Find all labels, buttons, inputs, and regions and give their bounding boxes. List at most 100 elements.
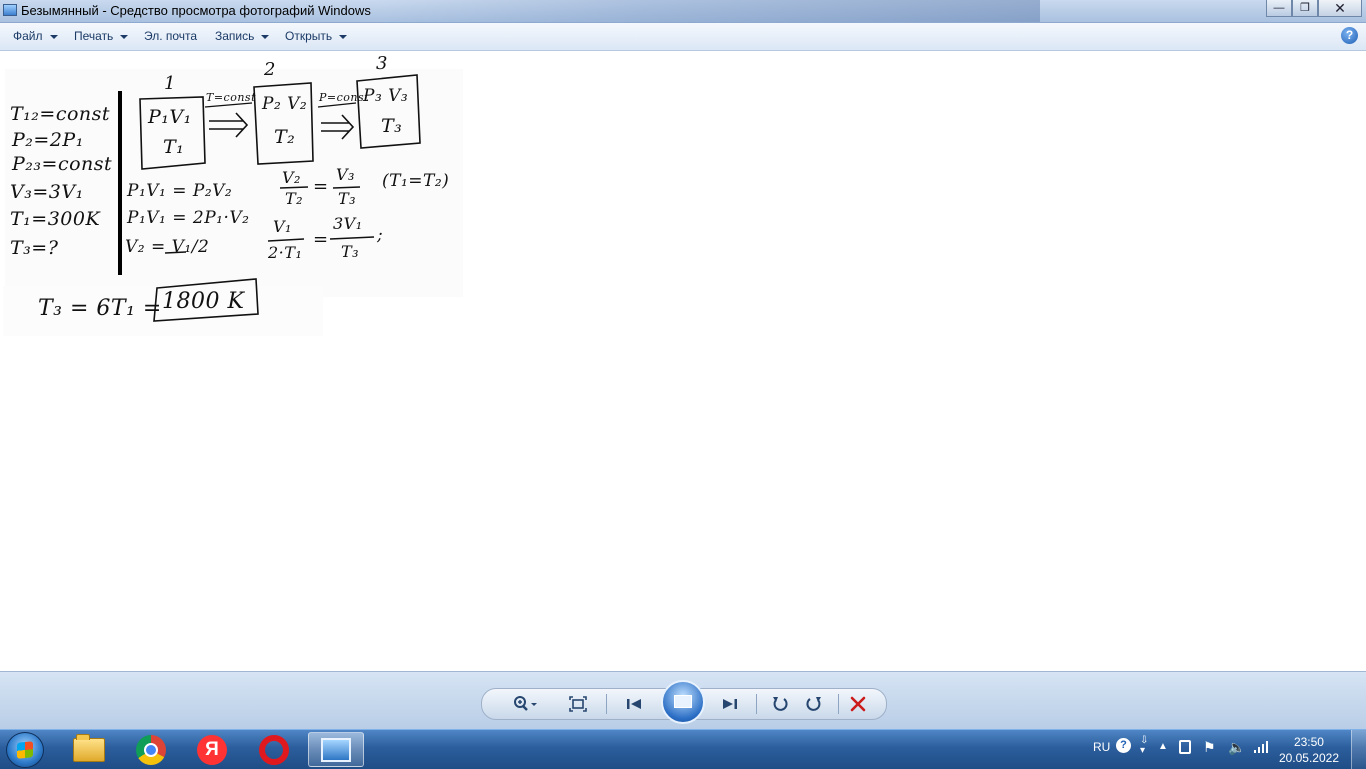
menu-print[interactable]: Печать (74, 29, 129, 43)
menu-email[interactable]: Эл. почта (144, 29, 197, 43)
fit-icon (569, 696, 587, 712)
equation-line: P₁V₁ = P₂V₂ (127, 181, 233, 201)
fraction-numerator: V₁ (273, 217, 292, 236)
help-tray-icon[interactable]: ? (1116, 738, 1131, 753)
start-button[interactable] (6, 732, 44, 768)
state-3-bottom: T₃ (381, 115, 403, 137)
state-1-bottom: T₁ (163, 136, 185, 158)
window-controls: — ❐ ✕ (1266, 0, 1362, 18)
clock-date: 20.05.2022 (1278, 751, 1339, 765)
rotate-left-button[interactable] (768, 694, 792, 714)
slideshow-button[interactable] (661, 680, 705, 724)
given-line: T₁=300K (10, 208, 101, 230)
network-signal-icon[interactable] (1253, 740, 1269, 757)
condition-note: (T₁=T₂) (382, 171, 450, 191)
window-title: Безымянный - Средство просмотра фотограф… (21, 3, 371, 18)
given-line: P₂=2P₁ (12, 129, 84, 151)
equation-line: P₁V₁ = 2P₁·V₂ (127, 208, 250, 228)
fraction-numerator: 3V₁ (333, 214, 363, 233)
input-options-icon[interactable]: ⇩ ▾ (1140, 736, 1148, 756)
chrome-icon (136, 734, 166, 765)
photo-canvas: T₁₂=const P₂=2P₁ P₂₃=const V₃=3V₁ T₁=300… (0, 51, 1366, 671)
signal-bars (1254, 741, 1268, 753)
rotate-right-button[interactable] (802, 694, 826, 714)
show-hidden-icons[interactable]: ▲ (1158, 741, 1168, 752)
given-line: P₂₃=const (12, 153, 113, 175)
result-expression: T₃ = 6T₁ = (38, 296, 162, 321)
state-2-top: P₂ V₂ (262, 94, 308, 114)
fraction-denominator: 2·T₁ (268, 243, 303, 262)
photo-viewer-icon (321, 737, 351, 762)
handwritten-photo: T₁₂=const P₂=2P₁ P₂₃=const V₃=3V₁ T₁=300… (0, 51, 465, 341)
menu-email-label: Эл. почта (144, 29, 198, 43)
menu-burn[interactable]: Запись (215, 29, 270, 43)
windows-logo-icon (17, 741, 33, 759)
delete-button[interactable] (846, 694, 870, 714)
volume-icon[interactable]: 🔈 (1228, 739, 1245, 756)
fraction-denominator: T₃ (341, 242, 360, 261)
language-indicator[interactable]: RU (1093, 740, 1110, 754)
delete-icon (850, 696, 866, 712)
title-bar: Безымянный - Средство просмотра фотограф… (0, 0, 1366, 23)
close-button[interactable]: ✕ (1318, 0, 1362, 17)
fraction-denominator: T₂ (285, 189, 304, 208)
clock-time: 23:50 (1293, 735, 1324, 749)
show-desktop-button[interactable] (1351, 730, 1366, 769)
state-2-bottom: T₂ (274, 126, 296, 148)
taskbar-opera[interactable] (246, 732, 302, 767)
background-windows (380, 0, 1040, 22)
minimize-button[interactable]: — (1266, 0, 1292, 17)
state-label: 2 (264, 59, 276, 80)
taskbar: Я RU ? ⇩ ▾ ▲ ⚑ 🔈 23:50 20.05.2022 (0, 729, 1366, 769)
chevron-down-icon (261, 34, 270, 39)
state-1-top: P₁V₁ (148, 106, 192, 128)
result-value: 1800 K (162, 289, 245, 314)
menu-bar: Файл Печать Эл. почта Запись Открыть ? (0, 23, 1366, 51)
transition-label: T=const (206, 91, 256, 104)
folder-icon (73, 733, 105, 762)
state-label: 3 (376, 53, 388, 74)
divider (756, 694, 757, 714)
photo-viewer-icon (3, 4, 17, 16)
restore-icon: ❐ (1300, 1, 1310, 14)
viewer-controls-bar (0, 671, 1366, 730)
equation-line: V₂ = V₁/2 (125, 237, 210, 257)
opera-icon (259, 734, 289, 765)
equals-sign: = (313, 176, 329, 197)
given-line: V₃=3V₁ (10, 181, 84, 203)
clock[interactable]: 23:50 20.05.2022 (1279, 734, 1339, 766)
menu-burn-label: Запись (215, 29, 255, 43)
actual-size-button[interactable] (566, 694, 590, 714)
next-icon (723, 699, 737, 709)
rotate-left-icon (773, 697, 788, 711)
fraction-numerator: V₃ (336, 165, 355, 184)
divider (838, 694, 839, 714)
menu-file[interactable]: Файл (13, 29, 58, 43)
minimize-icon: — (1273, 1, 1285, 14)
taskbar-photo-viewer[interactable] (308, 732, 364, 767)
yandex-browser-icon: Я (197, 734, 227, 765)
state-label: 1 (164, 73, 176, 94)
maximize-button[interactable]: ❐ (1292, 0, 1318, 17)
equation-tail: ; (377, 225, 384, 245)
menu-print-label: Печать (74, 29, 114, 43)
divider (606, 694, 607, 714)
action-center-flag-icon[interactable]: ⚑ (1203, 739, 1216, 756)
taskbar-explorer[interactable] (61, 732, 117, 767)
given-line: T₁₂=const (10, 103, 111, 125)
next-button[interactable] (718, 694, 742, 714)
rotate-right-icon (806, 697, 821, 711)
state-3-top: P₃ V₃ (363, 86, 409, 106)
equals-sign: = (313, 229, 329, 250)
previous-button[interactable] (622, 694, 646, 714)
device-icon[interactable] (1179, 740, 1191, 754)
taskbar-yandex[interactable]: Я (184, 732, 240, 767)
previous-icon (627, 699, 641, 709)
help-icon[interactable]: ? (1341, 27, 1358, 44)
taskbar-chrome[interactable] (123, 732, 179, 767)
zoom-button[interactable] (508, 694, 542, 714)
menu-file-label: Файл (13, 29, 43, 43)
fraction-numerator: V₂ (282, 168, 301, 187)
menu-open[interactable]: Открыть (285, 29, 348, 43)
menu-open-label: Открыть (285, 29, 333, 43)
